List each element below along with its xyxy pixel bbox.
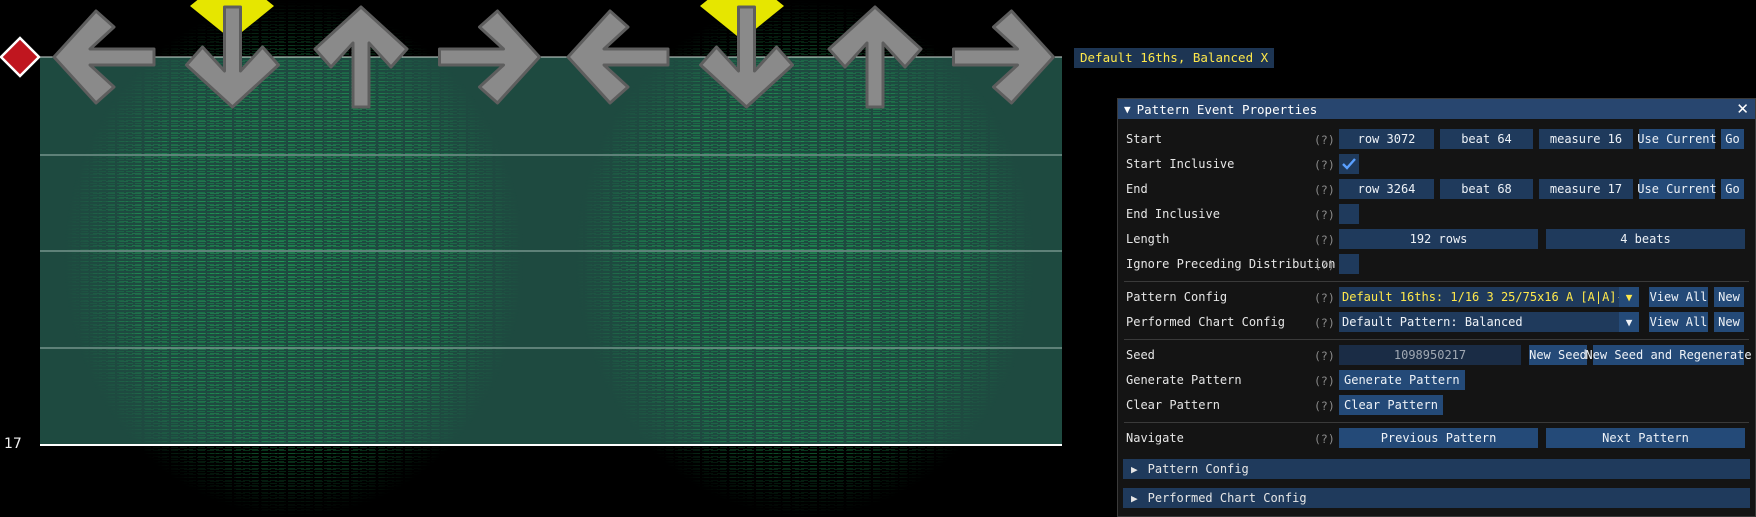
end-beat-field[interactable]: beat 68 [1440, 179, 1533, 199]
separator [1124, 422, 1749, 423]
start-measure-field[interactable]: measure 16 [1539, 129, 1633, 149]
performed-chart-config-section-header[interactable]: ▶ Performed Chart Config [1123, 488, 1750, 508]
end-label: End [1126, 182, 1148, 196]
start-beat-field[interactable]: beat 64 [1440, 129, 1533, 149]
start-inclusive-checkbox[interactable] [1339, 154, 1359, 174]
generate-pattern-button[interactable]: Generate Pattern [1339, 370, 1465, 390]
help-marker[interactable]: (?) [1314, 374, 1335, 388]
ignore-preceding-checkbox[interactable] [1339, 254, 1359, 274]
performed-chart-config-value: Default Pattern: Balanced [1342, 315, 1523, 329]
help-marker[interactable]: (?) [1314, 258, 1335, 272]
expand-triangle-icon: ▶ [1131, 491, 1138, 505]
red-diamond-icon[interactable] [0, 36, 41, 78]
performed-chart-config-new-button[interactable]: New [1714, 312, 1744, 332]
seed-row: Seed (?) 1098950217 New Seed New Seed an… [1118, 345, 1755, 367]
end-inclusive-row: End Inclusive (?) [1118, 204, 1755, 226]
expand-triangle-icon: ▶ [1131, 462, 1138, 476]
generate-pattern-row: Generate Pattern (?) Generate Pattern [1118, 370, 1755, 392]
pattern-config-label: Pattern Config [1126, 290, 1228, 304]
start-row-field[interactable]: row 3072 [1339, 129, 1434, 149]
separator [1124, 339, 1749, 340]
pattern-config-value: Default 16ths: 1/16 3 25/75x16 A [A|A]->… [1342, 290, 1639, 304]
end-use-current-button[interactable]: Use Current [1637, 179, 1717, 199]
pattern-config-row: Pattern Config (?) Default 16ths: 1/16 3… [1118, 287, 1755, 309]
performed-chart-config-view-all-button[interactable]: View All [1649, 312, 1708, 332]
start-inclusive-label: Start Inclusive [1126, 157, 1235, 171]
pattern-event-properties-window: ▼ Pattern Event Properties ✕ Start (?) r… [1117, 98, 1756, 517]
pattern-config-view-all-button[interactable]: View All [1649, 287, 1708, 307]
help-marker[interactable]: (?) [1314, 158, 1335, 172]
help-marker[interactable]: (?) [1314, 316, 1335, 330]
navigate-label: Navigate [1126, 431, 1184, 445]
help-marker[interactable]: (?) [1314, 432, 1335, 446]
end-inclusive-label: End Inclusive [1126, 207, 1220, 221]
start-use-current-button[interactable]: Use Current [1637, 129, 1717, 149]
window-title: Pattern Event Properties [1136, 101, 1318, 117]
section-title: Pattern Config [1147, 462, 1249, 476]
chart-area[interactable] [0, 0, 1080, 517]
pattern-config-new-button[interactable]: New [1714, 287, 1744, 307]
new-seed-button[interactable]: New Seed [1529, 345, 1587, 365]
pattern-config-dropdown[interactable]: Default 16ths: 1/16 3 25/75x16 A [A|A]->… [1339, 287, 1639, 307]
end-measure-field[interactable]: measure 17 [1539, 179, 1633, 199]
navigate-row: Navigate (?) Previous Pattern Next Patte… [1118, 428, 1755, 450]
help-marker[interactable]: (?) [1314, 208, 1335, 222]
seed-label: Seed [1126, 348, 1155, 362]
length-beats-field[interactable]: 4 beats [1546, 229, 1745, 249]
next-pattern-button[interactable]: Next Pattern [1546, 428, 1745, 448]
help-marker[interactable]: (?) [1314, 183, 1335, 197]
help-marker[interactable]: (?) [1314, 291, 1335, 305]
length-row: Length (?) 192 rows 4 beats [1118, 229, 1755, 251]
start-inclusive-row: Start Inclusive (?) [1118, 154, 1755, 176]
start-go-button[interactable]: Go [1721, 129, 1744, 149]
help-marker[interactable]: (?) [1314, 233, 1335, 247]
help-marker[interactable]: (?) [1314, 349, 1335, 363]
help-marker[interactable]: (?) [1314, 133, 1335, 147]
pattern-label-tag[interactable]: Default 16ths, Balanced X [1074, 48, 1275, 68]
end-row: End (?) row 3264 beat 68 measure 17 Use … [1118, 179, 1755, 201]
seed-input[interactable]: 1098950217 [1339, 345, 1521, 365]
clear-pattern-row: Clear Pattern (?) Clear Pattern [1118, 395, 1755, 417]
close-icon[interactable]: ✕ [1736, 100, 1749, 118]
new-seed-and-regenerate-button[interactable]: New Seed and Regenerate [1585, 345, 1752, 365]
dropdown-arrow-icon[interactable]: ▼ [1619, 287, 1639, 307]
checkmark-icon [1342, 158, 1356, 170]
pattern-config-section-header[interactable]: ▶ Pattern Config [1123, 459, 1750, 479]
section-title: Performed Chart Config [1147, 491, 1307, 505]
window-titlebar[interactable]: ▼ Pattern Event Properties ✕ [1118, 99, 1755, 119]
end-inclusive-checkbox[interactable] [1339, 204, 1359, 224]
end-row-field[interactable]: row 3264 [1339, 179, 1434, 199]
measure-number: 17 [4, 436, 22, 452]
collapse-triangle-icon[interactable]: ▼ [1124, 103, 1131, 116]
generate-pattern-label: Generate Pattern [1126, 373, 1242, 387]
performed-chart-config-label: Performed Chart Config [1126, 315, 1285, 329]
start-label: Start [1126, 132, 1163, 146]
ignore-preceding-label: Ignore Preceding Distribution [1126, 257, 1336, 271]
performed-chart-config-dropdown[interactable]: Default Pattern: Balanced ▼ [1339, 312, 1639, 332]
length-label: Length [1126, 232, 1170, 246]
length-rows-field[interactable]: 192 rows [1339, 229, 1538, 249]
clear-pattern-label: Clear Pattern [1126, 398, 1220, 412]
separator [1124, 281, 1749, 282]
end-go-button[interactable]: Go [1721, 179, 1744, 199]
previous-pattern-button[interactable]: Previous Pattern [1339, 428, 1538, 448]
ignore-preceding-row: Ignore Preceding Distribution (?) [1118, 254, 1755, 276]
help-marker[interactable]: (?) [1314, 399, 1335, 413]
clear-pattern-button[interactable]: Clear Pattern [1339, 395, 1443, 415]
start-row: Start (?) row 3072 beat 64 measure 16 Us… [1118, 129, 1755, 151]
dropdown-arrow-icon[interactable]: ▼ [1619, 312, 1639, 332]
performed-chart-config-row: Performed Chart Config (?) Default Patte… [1118, 312, 1755, 334]
